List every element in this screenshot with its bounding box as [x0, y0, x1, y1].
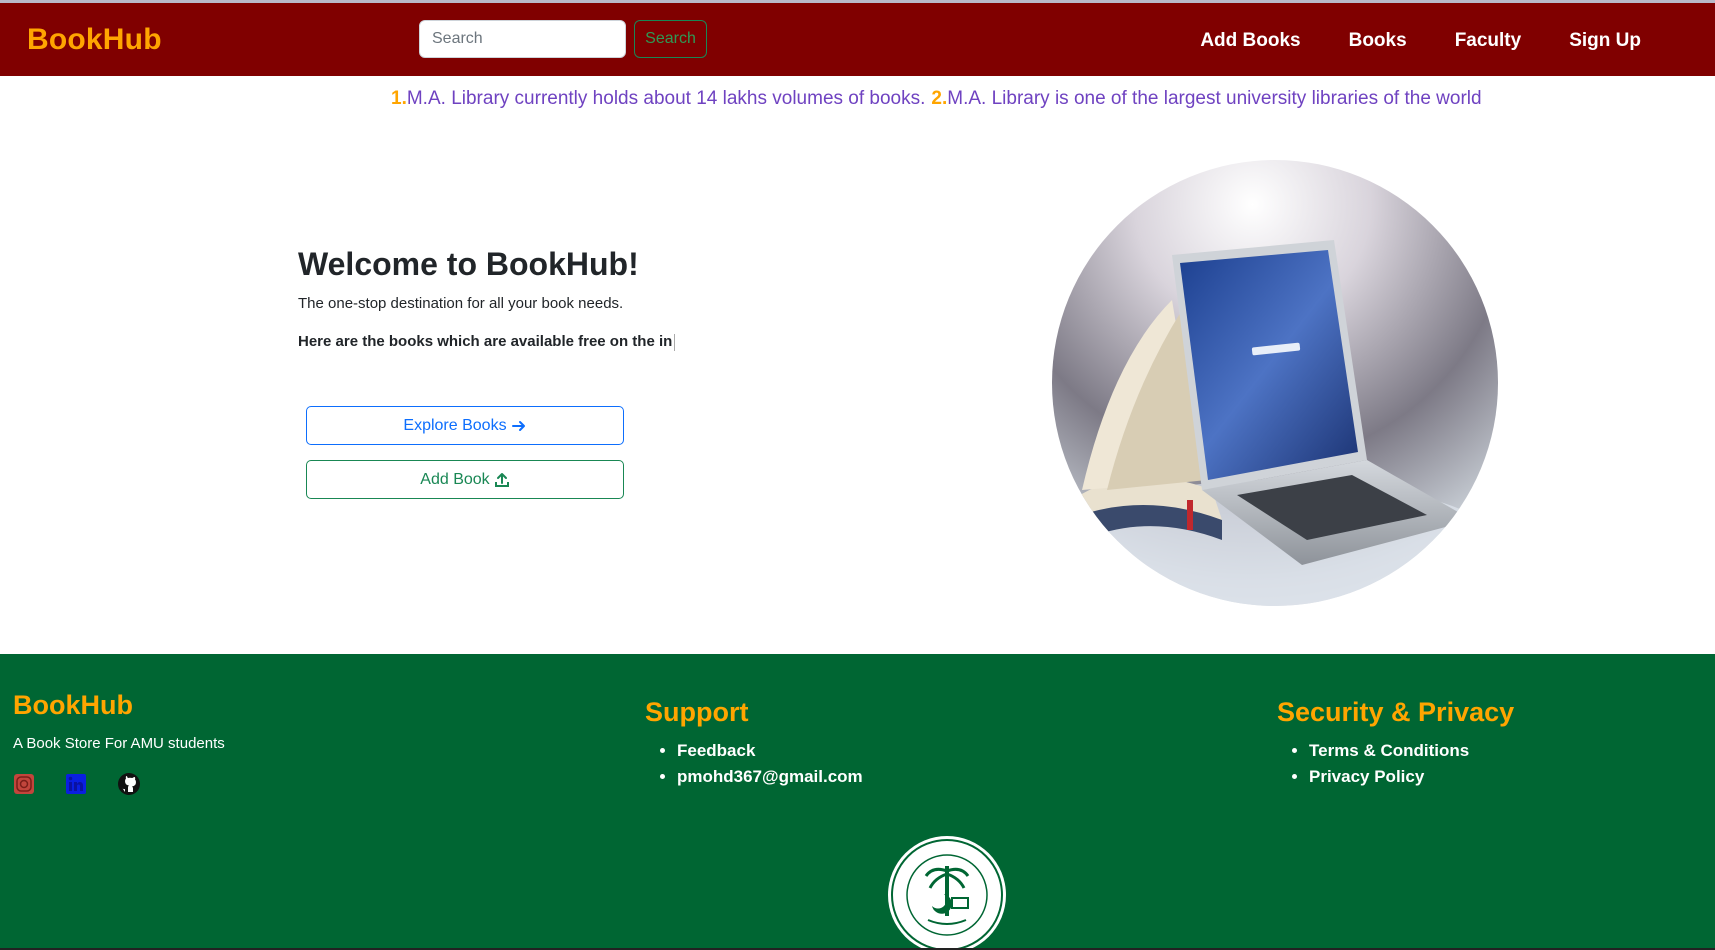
footer: BookHub A Book Store For AMU students Su…	[0, 654, 1715, 950]
fact-text: M.A. Library is one of the largest unive…	[947, 88, 1482, 109]
nav-sign-up[interactable]: Sign Up	[1569, 30, 1641, 52]
typed-text: Here are the books which are available f…	[298, 333, 673, 350]
feedback-link[interactable]: Feedback	[677, 738, 863, 764]
hero-subtitle: The one-stop destination for all your bo…	[298, 295, 624, 312]
email-link[interactable]: pmohd367@gmail.com	[677, 764, 863, 790]
navbar: BookHub Search Search Add Books Books Fa…	[0, 3, 1715, 76]
fact-number: 2.	[931, 88, 948, 109]
explore-books-label: Explore Books	[403, 416, 507, 434]
facts-marquee: 1.M.A. Library currently holds about 14 …	[0, 86, 1715, 116]
navbar-brand[interactable]: BookHub	[27, 23, 162, 57]
footer-security: Security & Privacy Terms & Conditions Pr…	[1277, 697, 1514, 790]
security-list: Terms & Conditions Privacy Policy	[1277, 738, 1514, 790]
terms-link[interactable]: Terms & Conditions	[1309, 738, 1514, 764]
fact-number: 1.	[391, 88, 407, 109]
upload-icon	[494, 472, 509, 487]
fact-text: M.A. Library currently holds about 14 la…	[406, 88, 926, 109]
fact-item-1: 1.M.A. Library currently holds about 14 …	[391, 88, 925, 110]
footer-support: Support Feedback pmohd367@gmail.com	[645, 697, 863, 790]
arrow-right-icon	[511, 420, 525, 431]
search-input[interactable]: Search	[419, 20, 626, 58]
nav-faculty[interactable]: Faculty	[1455, 30, 1522, 52]
fact-item-2: 2.M.A. Library is one of the largest uni…	[931, 88, 1481, 110]
nav-add-books[interactable]: Add Books	[1200, 30, 1300, 52]
social-links	[13, 772, 141, 796]
hero-title: Welcome to BookHub!	[298, 246, 639, 282]
amu-emblem-logo	[888, 836, 1006, 950]
laptop-book-illustration	[1052, 240, 1498, 606]
hero-typed-text: Here are the books which are available f…	[298, 333, 676, 351]
footer-tagline: A Book Store For AMU students	[13, 735, 225, 752]
nav-books[interactable]: Books	[1349, 30, 1407, 52]
github-icon[interactable]	[117, 772, 141, 796]
typing-caret	[674, 333, 676, 351]
support-heading: Support	[645, 697, 749, 727]
security-heading: Security & Privacy	[1277, 697, 1515, 727]
explore-books-button[interactable]: Explore Books	[306, 406, 624, 445]
support-list: Feedback pmohd367@gmail.com	[645, 738, 863, 790]
linkedin-icon[interactable]	[65, 773, 87, 795]
privacy-link[interactable]: Privacy Policy	[1309, 764, 1514, 790]
add-book-label: Add Book	[420, 470, 490, 488]
footer-brand: BookHub	[13, 690, 133, 720]
hero-laptop-book-image	[1052, 160, 1498, 606]
instagram-icon[interactable]	[13, 773, 35, 795]
search-button[interactable]: Search	[634, 20, 707, 58]
nav-links: Add Books Books Faculty Sign Up	[1200, 30, 1641, 52]
add-book-button[interactable]: Add Book	[306, 460, 624, 499]
